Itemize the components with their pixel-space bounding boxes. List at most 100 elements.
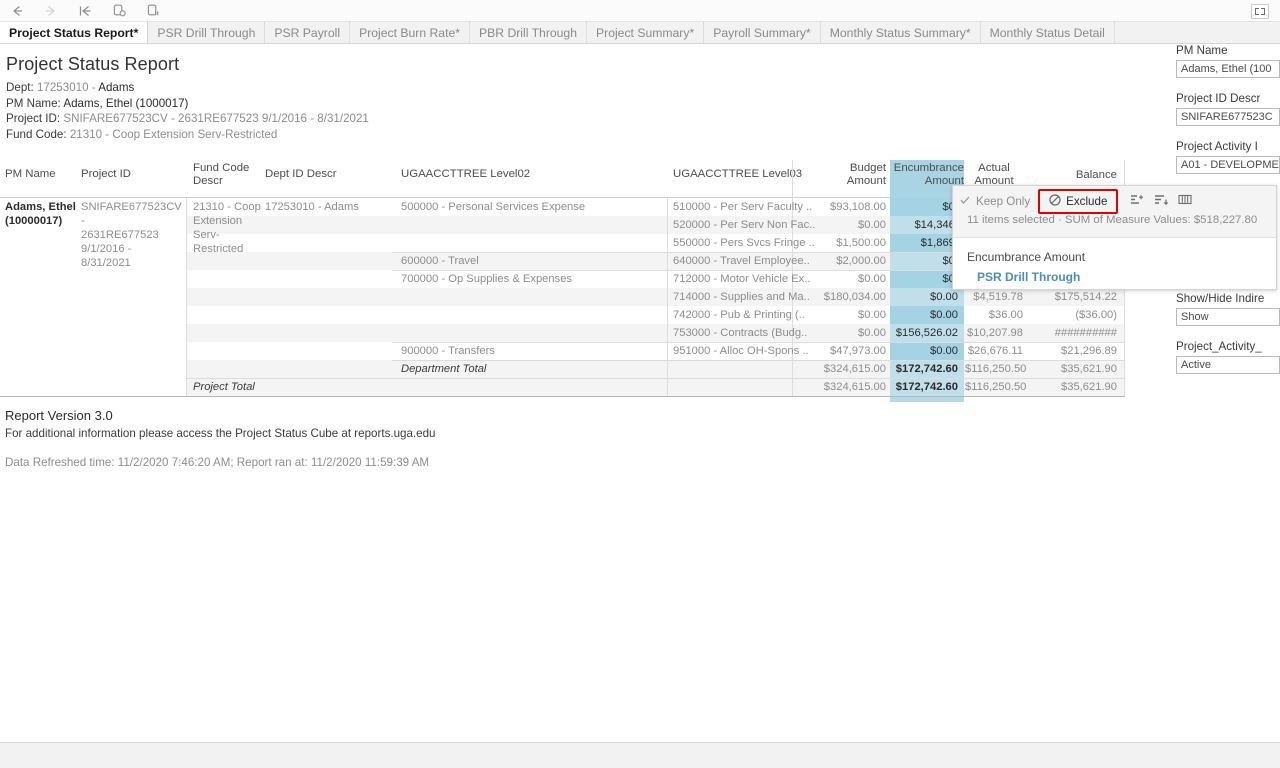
tab-project-status-report[interactable]: Project Status Report* <box>0 22 149 43</box>
cell-level02: 700000 - Op Supplies & Expenses <box>401 273 573 285</box>
cell-encumbrance: $0.00 <box>930 291 958 303</box>
pause-auto-updates-icon[interactable] <box>136 0 170 22</box>
revert-all-icon[interactable] <box>68 0 102 22</box>
cell-level03: 520000 - Per Serv Non Fac.. <box>673 219 816 231</box>
cell-level03: 510000 - Per Serv Faculty .. <box>673 201 813 213</box>
col-header-fund-code-descr[interactable]: Fund Code Descr <box>193 162 249 188</box>
cell-encumbrance: $0. <box>942 255 958 267</box>
tooltip-actions: Keep Only Exclude <box>953 188 1192 214</box>
col-header-budget-amount[interactable]: Budget Amount <box>800 162 886 188</box>
filter-show-hide-indirect: Show/Hide Indire Show <box>1176 292 1280 326</box>
filter-value-project-activity[interactable]: A01 - DEVELOPME <box>1176 156 1280 174</box>
col-header-balance[interactable]: Balance <box>1030 169 1117 182</box>
group-members-icon[interactable] <box>1130 193 1144 209</box>
back-icon[interactable] <box>0 0 34 22</box>
cell-level03: 640000 - Travel Employee.. <box>673 255 810 267</box>
col-header-budget-line2: Amount <box>846 175 886 187</box>
filter-value-pm-name[interactable]: Adams, Ethel (100 <box>1176 60 1280 78</box>
report-info-text: For additional information please access… <box>5 427 436 440</box>
cell-actual: $26,676.11 <box>967 345 1023 357</box>
tab-payroll-summary[interactable]: Payroll Summary* <box>704 22 821 43</box>
project-id-label: Project ID: <box>6 112 61 125</box>
dashboard-tab-bar: Project Status Report* PSR Drill Through… <box>0 22 1280 44</box>
tab-monthly-status-detail[interactable]: Monthly Status Detail <box>980 22 1115 43</box>
sort-icon[interactable] <box>1154 193 1169 209</box>
keep-only-label: Keep Only <box>976 194 1031 208</box>
fund-code-value: 21310 - Coop Extension Serv-Restricted <box>69 128 278 141</box>
no-entry-icon <box>1049 193 1061 209</box>
bottom-status-bar <box>0 742 1280 768</box>
tab-label: Monthly Status Summary* <box>829 25 971 40</box>
filter-label: Project_Activity_ <box>1176 340 1262 353</box>
col-header-budget-line1: Budget <box>849 162 886 174</box>
fullscreen-button[interactable] <box>1244 1 1276 21</box>
cell-budget: $93,108.00 <box>830 201 886 213</box>
department-total-row[interactable]: Department Total $324,615.00 $172,742.60… <box>0 360 1125 378</box>
cell-encumbrance: $156,526.02 <box>895 327 958 339</box>
cell-encumbrance: $0. <box>942 201 958 213</box>
cell-encumbrance: $0. <box>942 273 958 285</box>
col-header-dept-id-descr[interactable]: Dept ID Descr <box>265 168 337 181</box>
tab-psr-drill-through[interactable]: PSR Drill Through <box>148 22 266 43</box>
cell-budget: $0.00 <box>858 327 886 339</box>
cell-level03: 951000 - Alloc OH-Spons .. <box>673 345 809 357</box>
tab-project-burn-rate[interactable]: Project Burn Rate* <box>350 22 470 43</box>
project-total-actual: $116,250.50 <box>965 381 1027 393</box>
col-header-fund-code-descr-line1: Fund Code <box>193 162 250 174</box>
pm-name-value: Adams, Ethel (1000017) <box>63 97 189 110</box>
col-header-level02[interactable]: UGAACCTTREE Level02 <box>401 168 530 181</box>
tab-pbr-drill-through[interactable]: PBR Drill Through <box>470 22 587 43</box>
cell-actual: $36.00 <box>988 309 1023 321</box>
filter-value-project-id-descr[interactable]: SNIFARE677523C <box>1176 108 1280 126</box>
col-header-level03[interactable]: UGAACCTTREE Level03 <box>673 168 802 181</box>
table-row[interactable]: 753000 - Contracts (Budg.. $0.00 $156,52… <box>0 324 1125 342</box>
filter-project-activity-status: Project_Activity_ Active <box>1176 340 1280 374</box>
cell-actual: $10,207.98 <box>967 327 1023 339</box>
cell-level03: 712000 - Motor Vehicle Ex.. <box>673 273 811 285</box>
tab-psr-payroll[interactable]: PSR Payroll <box>265 22 351 43</box>
exclude-label: Exclude <box>1066 194 1108 208</box>
tab-label: Project Summary* <box>596 25 695 40</box>
refresh-data-icon[interactable] <box>102 0 136 22</box>
project-id-line: Project ID: SNIFARE677523CV - 2631RE6775… <box>6 112 369 125</box>
cell-budget: $1,500.00 <box>836 237 886 249</box>
cell-budget: $47,973.00 <box>830 345 886 357</box>
cell-budget: $180,034.00 <box>823 291 886 303</box>
keep-only-button[interactable]: Keep Only <box>953 192 1036 211</box>
tab-monthly-status-summary[interactable]: Monthly Status Summary* <box>820 22 981 43</box>
cell-balance: ($36.00) <box>1075 309 1117 321</box>
cell-balance: $175,514.22 <box>1054 291 1117 303</box>
tab-label: PSR Drill Through <box>157 25 256 40</box>
dept-label: Dept: <box>6 81 34 94</box>
cell-level03: 742000 - Pub & Printing (.. <box>673 309 805 321</box>
fullscreen-icon <box>1251 3 1269 19</box>
cell-budget: $2,000.00 <box>836 255 886 267</box>
table-row[interactable]: 742000 - Pub & Printing (.. $0.00 $0.00 … <box>0 306 1125 324</box>
exclude-button[interactable]: Exclude <box>1043 192 1113 211</box>
cell-level03: 550000 - Pers Svcs Fringe .. <box>673 237 815 249</box>
cell-actual: $4,519.78 <box>973 291 1023 303</box>
cell-budget: $0.00 <box>858 273 886 285</box>
tab-project-summary[interactable]: Project Summary* <box>587 22 705 43</box>
data-refreshed-text: Data Refreshed time: 11/2/2020 7:46:20 A… <box>5 456 430 469</box>
filter-value-show-hide-indirect[interactable]: Show <box>1176 308 1280 326</box>
col-header-pm-name[interactable]: PM Name <box>5 168 56 181</box>
filter-label: PM Name <box>1176 44 1228 57</box>
cell-encumbrance: $0.00 <box>930 309 958 321</box>
filter-panel: PM Name Adams, Ethel (100 Project ID Des… <box>1176 44 1280 388</box>
filter-pm-name: PM Name Adams, Ethel (100 <box>1176 44 1280 78</box>
filter-value-project-activity-status[interactable]: Active <box>1176 356 1280 374</box>
cell-balance: ########## <box>1054 327 1117 339</box>
table-row[interactable]: 900000 - Transfers 951000 - Alloc OH-Spo… <box>0 342 1125 360</box>
filter-label: Project Activity I <box>1176 140 1258 153</box>
table-row[interactable]: 714000 - Supplies and Ma.. $180,034.00 $… <box>0 288 1125 306</box>
filter-panel-spacer <box>1176 190 1280 292</box>
app-window: Project Status Report* PSR Drill Through… <box>0 0 1280 768</box>
project-total-row[interactable]: Project Total $324,615.00 $172,742.60 $1… <box>0 378 1125 396</box>
project-total-label: Project Total <box>193 381 255 393</box>
cell-level03: 714000 - Supplies and Ma.. <box>673 291 810 303</box>
col-header-project-id[interactable]: Project ID <box>81 168 131 181</box>
tab-label: PBR Drill Through <box>479 25 577 40</box>
viz-toolbar <box>0 0 1280 22</box>
check-icon <box>959 194 971 209</box>
